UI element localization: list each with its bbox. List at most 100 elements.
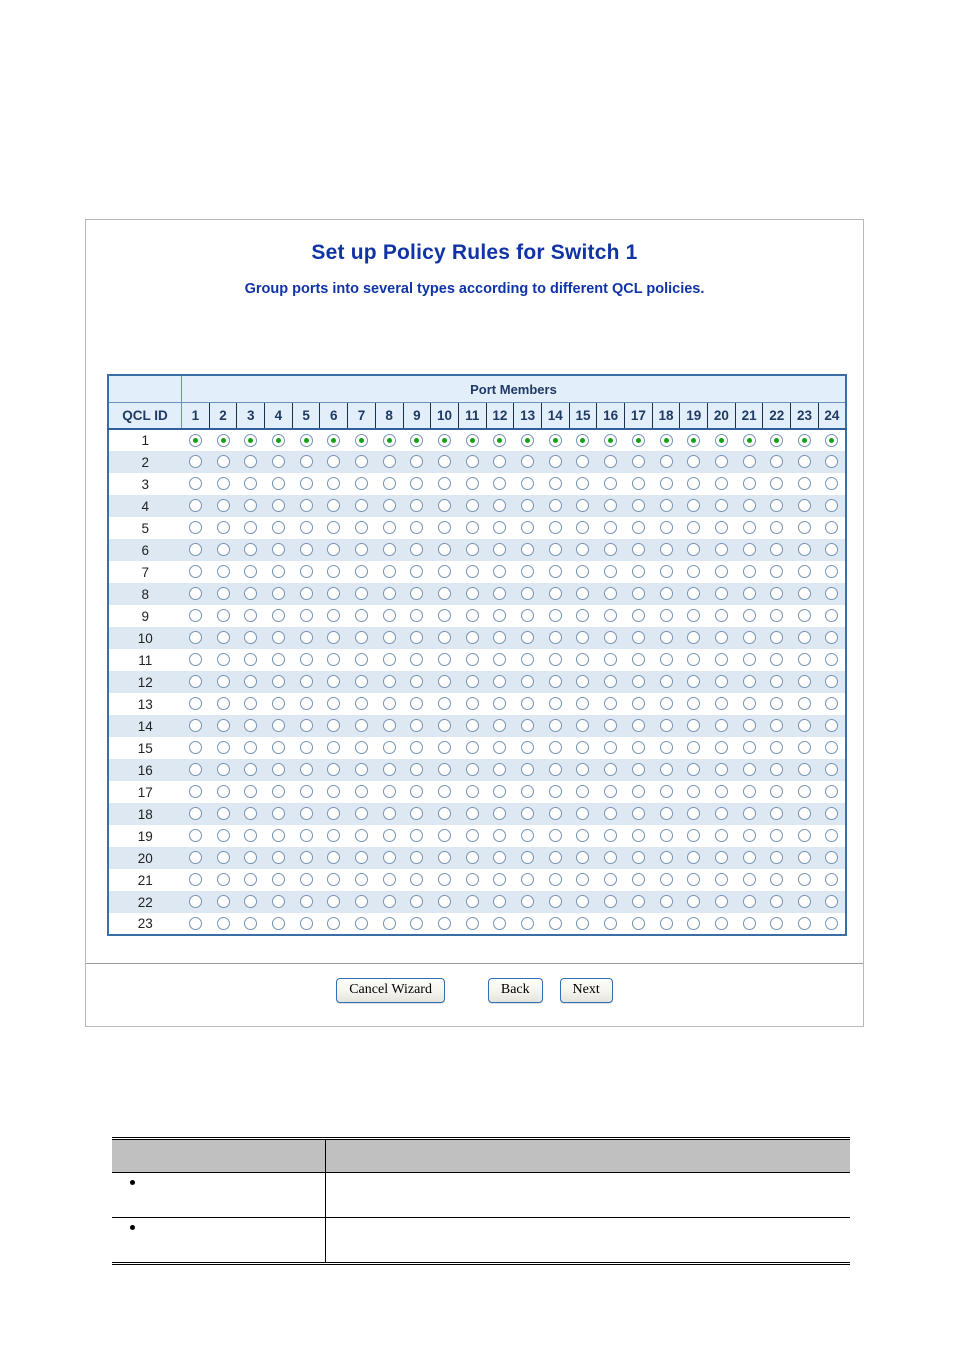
port-cell-qcl17-port5[interactable] bbox=[292, 781, 320, 803]
port-radio-qcl6-port16[interactable] bbox=[604, 543, 618, 557]
port-radio-qcl20-port2[interactable] bbox=[216, 851, 230, 865]
port-radio-qcl9-port22[interactable] bbox=[770, 609, 784, 623]
port-radio-qcl1-port21[interactable] bbox=[742, 433, 756, 447]
port-cell-qcl15-port8[interactable] bbox=[375, 737, 403, 759]
port-radio-qcl9-port7[interactable] bbox=[354, 609, 368, 623]
port-radio-qcl16-port17[interactable] bbox=[631, 763, 645, 777]
port-radio-qcl6-port20[interactable] bbox=[714, 543, 728, 557]
port-cell-qcl20-port8[interactable] bbox=[375, 847, 403, 869]
port-radio-qcl9-port2[interactable] bbox=[216, 609, 230, 623]
port-radio-qcl2-port13[interactable] bbox=[521, 455, 535, 469]
port-radio-qcl18-port7[interactable] bbox=[354, 807, 368, 821]
port-radio-qcl15-port13[interactable] bbox=[521, 741, 535, 755]
port-radio-qcl19-port21[interactable] bbox=[742, 829, 756, 843]
port-radio-qcl1-port17[interactable] bbox=[631, 433, 645, 447]
port-cell-qcl23-port12[interactable] bbox=[486, 913, 514, 935]
port-radio-qcl12-port18[interactable] bbox=[659, 675, 673, 689]
port-radio-qcl9-port12[interactable] bbox=[493, 609, 507, 623]
port-radio-qcl8-port20[interactable] bbox=[714, 587, 728, 601]
port-radio-qcl22-port8[interactable] bbox=[382, 895, 396, 909]
port-radio-qcl15-port16[interactable] bbox=[604, 741, 618, 755]
port-cell-qcl5-port2[interactable] bbox=[209, 517, 237, 539]
port-radio-qcl8-port17[interactable] bbox=[631, 587, 645, 601]
port-radio-qcl20-port9[interactable] bbox=[410, 851, 424, 865]
port-cell-qcl6-port12[interactable] bbox=[486, 539, 514, 561]
port-radio-qcl2-port23[interactable] bbox=[797, 455, 811, 469]
port-radio-qcl20-port8[interactable] bbox=[382, 851, 396, 865]
port-cell-qcl13-port1[interactable] bbox=[182, 693, 210, 715]
port-radio-qcl22-port2[interactable] bbox=[216, 895, 230, 909]
port-cell-qcl23-port1[interactable] bbox=[182, 913, 210, 935]
port-cell-qcl16-port16[interactable] bbox=[597, 759, 625, 781]
port-radio-qcl2-port11[interactable] bbox=[465, 455, 479, 469]
port-radio-qcl19-port17[interactable] bbox=[631, 829, 645, 843]
port-cell-qcl23-port21[interactable] bbox=[735, 913, 763, 935]
port-radio-qcl4-port10[interactable] bbox=[438, 499, 452, 513]
port-radio-qcl6-port21[interactable] bbox=[742, 543, 756, 557]
port-cell-qcl15-port10[interactable] bbox=[431, 737, 459, 759]
port-radio-qcl2-port24[interactable] bbox=[825, 455, 839, 469]
port-radio-qcl21-port11[interactable] bbox=[465, 873, 479, 887]
port-radio-qcl23-port18[interactable] bbox=[659, 916, 673, 930]
port-radio-qcl2-port5[interactable] bbox=[299, 455, 313, 469]
port-radio-qcl9-port6[interactable] bbox=[327, 609, 341, 623]
port-cell-qcl7-port21[interactable] bbox=[735, 561, 763, 583]
port-cell-qcl22-port2[interactable] bbox=[209, 891, 237, 913]
port-radio-qcl21-port23[interactable] bbox=[797, 873, 811, 887]
port-cell-qcl16-port11[interactable] bbox=[458, 759, 486, 781]
port-radio-qcl6-port6[interactable] bbox=[327, 543, 341, 557]
port-radio-qcl17-port1[interactable] bbox=[188, 785, 202, 799]
port-radio-qcl17-port16[interactable] bbox=[604, 785, 618, 799]
port-radio-qcl6-port18[interactable] bbox=[659, 543, 673, 557]
port-cell-qcl7-port20[interactable] bbox=[708, 561, 736, 583]
port-cell-qcl22-port5[interactable] bbox=[292, 891, 320, 913]
port-cell-qcl5-port3[interactable] bbox=[237, 517, 265, 539]
port-cell-qcl2-port21[interactable] bbox=[735, 451, 763, 473]
port-radio-qcl10-port8[interactable] bbox=[382, 631, 396, 645]
port-radio-qcl3-port1[interactable] bbox=[188, 477, 202, 491]
port-radio-qcl16-port12[interactable] bbox=[493, 763, 507, 777]
port-cell-qcl20-port9[interactable] bbox=[403, 847, 431, 869]
port-radio-qcl21-port4[interactable] bbox=[271, 873, 285, 887]
port-cell-qcl21-port19[interactable] bbox=[680, 869, 708, 891]
port-radio-qcl1-port10[interactable] bbox=[438, 433, 452, 447]
port-cell-qcl15-port18[interactable] bbox=[652, 737, 680, 759]
port-cell-qcl19-port4[interactable] bbox=[265, 825, 293, 847]
port-radio-qcl1-port23[interactable] bbox=[797, 433, 811, 447]
port-radio-qcl21-port5[interactable] bbox=[299, 873, 313, 887]
port-radio-qcl15-port19[interactable] bbox=[687, 741, 701, 755]
port-radio-qcl3-port7[interactable] bbox=[354, 477, 368, 491]
port-radio-qcl15-port8[interactable] bbox=[382, 741, 396, 755]
port-cell-qcl19-port23[interactable] bbox=[791, 825, 819, 847]
port-cell-qcl22-port12[interactable] bbox=[486, 891, 514, 913]
port-radio-qcl20-port1[interactable] bbox=[188, 851, 202, 865]
port-cell-qcl18-port21[interactable] bbox=[735, 803, 763, 825]
port-cell-qcl23-port11[interactable] bbox=[458, 913, 486, 935]
port-cell-qcl15-port22[interactable] bbox=[763, 737, 791, 759]
port-radio-qcl21-port22[interactable] bbox=[770, 873, 784, 887]
port-radio-qcl20-port7[interactable] bbox=[354, 851, 368, 865]
port-cell-qcl13-port12[interactable] bbox=[486, 693, 514, 715]
port-radio-qcl5-port13[interactable] bbox=[521, 521, 535, 535]
port-cell-qcl12-port11[interactable] bbox=[458, 671, 486, 693]
port-radio-qcl16-port5[interactable] bbox=[299, 763, 313, 777]
port-cell-qcl17-port16[interactable] bbox=[597, 781, 625, 803]
port-cell-qcl19-port14[interactable] bbox=[541, 825, 569, 847]
port-radio-qcl15-port23[interactable] bbox=[797, 741, 811, 755]
port-cell-qcl6-port3[interactable] bbox=[237, 539, 265, 561]
port-radio-qcl18-port11[interactable] bbox=[465, 807, 479, 821]
port-radio-qcl3-port17[interactable] bbox=[631, 477, 645, 491]
port-cell-qcl12-port21[interactable] bbox=[735, 671, 763, 693]
port-cell-qcl15-port19[interactable] bbox=[680, 737, 708, 759]
port-cell-qcl1-port11[interactable] bbox=[458, 429, 486, 451]
port-radio-qcl21-port1[interactable] bbox=[188, 873, 202, 887]
port-cell-qcl16-port13[interactable] bbox=[514, 759, 542, 781]
port-cell-qcl14-port16[interactable] bbox=[597, 715, 625, 737]
port-radio-qcl15-port2[interactable] bbox=[216, 741, 230, 755]
port-radio-qcl10-port7[interactable] bbox=[354, 631, 368, 645]
port-radio-qcl5-port7[interactable] bbox=[354, 521, 368, 535]
port-cell-qcl15-port20[interactable] bbox=[708, 737, 736, 759]
port-cell-qcl15-port2[interactable] bbox=[209, 737, 237, 759]
port-cell-qcl13-port20[interactable] bbox=[708, 693, 736, 715]
port-cell-qcl3-port9[interactable] bbox=[403, 473, 431, 495]
